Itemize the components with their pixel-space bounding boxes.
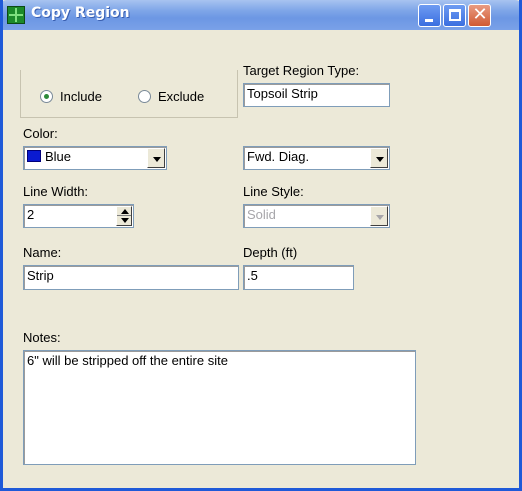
depth-field[interactable]: .5	[243, 265, 354, 290]
title-bar[interactable]: Copy Region ✕	[3, 0, 519, 30]
depth-label: Depth (ft)	[243, 245, 298, 260]
radio-selected-icon	[40, 90, 53, 103]
color-swatch	[27, 150, 41, 162]
target-region-type-field[interactable]: Topsoil Strip	[243, 83, 390, 107]
color-select[interactable]: Blue	[23, 146, 167, 170]
fill-pattern-value: Fwd. Diag.	[247, 149, 310, 164]
chevron-down-icon	[370, 206, 388, 226]
color-value-wrapper: Blue	[27, 149, 71, 164]
chevron-down-icon[interactable]	[370, 148, 388, 168]
line-style-label: Line Style:	[243, 184, 304, 199]
color-value: Blue	[45, 149, 72, 164]
line-width-stepper[interactable]: 2	[23, 204, 134, 228]
close-button[interactable]: ✕	[468, 4, 491, 27]
spin-down-icon	[121, 218, 129, 223]
include-label: Include	[60, 89, 102, 104]
region-grid-icon	[7, 6, 25, 24]
notes-label: Notes:	[23, 330, 61, 345]
exclude-label: Exclude	[158, 89, 205, 104]
radio-unselected-icon	[138, 90, 151, 103]
line-style-value: Solid	[247, 207, 276, 222]
include-radio[interactable]: Include	[40, 89, 102, 104]
notes-textarea[interactable]: 6" will be stripped off the entire site	[23, 350, 416, 465]
maximize-icon	[449, 9, 461, 21]
exclude-radio[interactable]: Exclude	[138, 89, 204, 104]
spin-divider	[117, 215, 131, 216]
minimize-icon	[425, 19, 433, 22]
maximize-button[interactable]	[443, 4, 466, 27]
line-width-label: Line Width:	[23, 184, 89, 199]
color-label: Color:	[23, 126, 58, 141]
copy-region-dialog: Copy Region ✕ Include Exclude Target Reg…	[0, 0, 522, 491]
fill-pattern-select[interactable]: Fwd. Diag.	[243, 146, 390, 170]
line-style-select: Solid	[243, 204, 390, 228]
minimize-button[interactable]	[418, 4, 441, 27]
name-label: Name:	[23, 245, 62, 260]
line-width-value: 2	[27, 207, 35, 222]
name-field[interactable]: Strip	[23, 265, 239, 290]
window-title: Copy Region	[31, 5, 130, 21]
chevron-down-icon[interactable]	[147, 148, 165, 168]
spin-up-icon	[121, 209, 129, 214]
close-icon: ✕	[472, 4, 488, 25]
spinner-icon[interactable]	[116, 206, 132, 226]
target-region-type-label: Target Region Type:	[243, 63, 360, 78]
